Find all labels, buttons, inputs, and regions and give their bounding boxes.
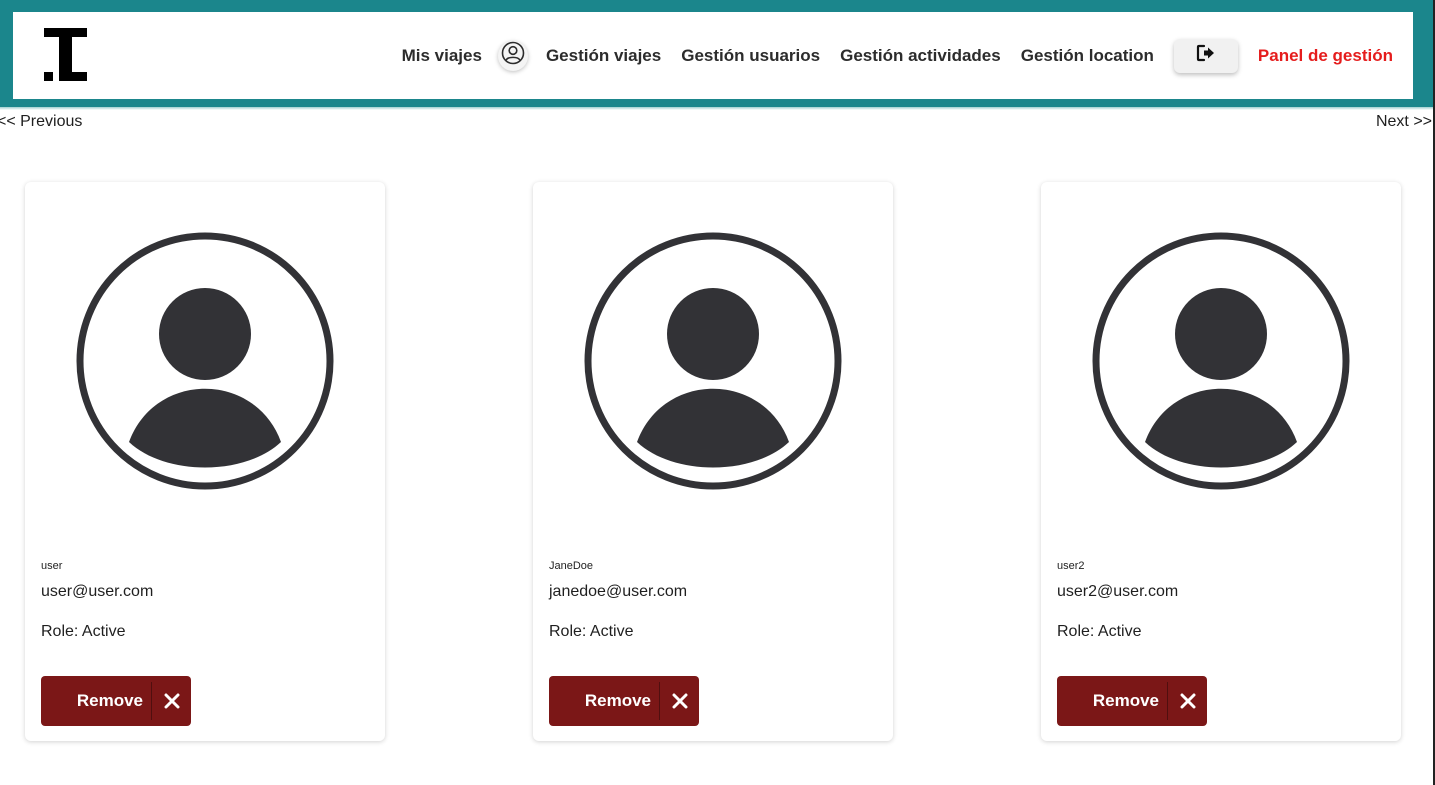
user-role: Role: Active [41,623,126,640]
avatar-icon [583,231,843,491]
navbar: Mis viajes Gestión viajes Gestión usuari… [13,12,1413,99]
close-icon [660,693,699,709]
close-icon [152,693,191,709]
user-card: JaneDoe janedoe@user.com Role: Active Re… [533,182,893,741]
user-email: user2@user.com [1057,583,1179,600]
nav-panel-gestion[interactable]: Panel de gestión [1258,46,1393,66]
remove-button[interactable]: Remove [549,676,699,726]
remove-label: Remove [76,691,143,710]
user-role: Role: Active [549,623,634,640]
page: Mis viajes Gestión viajes Gestión usuari… [0,0,1435,785]
logo-icon[interactable] [44,28,87,81]
user-card: user2 user2@user.com Role: Active Remove [1041,182,1401,741]
previous-page-link[interactable]: << Previous [0,113,82,131]
remove-label: Remove [584,691,651,710]
sign-out-icon [1196,44,1216,67]
user-name: user2 [1057,560,1085,572]
nav-mis-viajes[interactable]: Mis viajes [402,46,482,66]
header-shadow [0,107,1433,110]
user-circle-icon [501,41,525,70]
nav-gestion-location[interactable]: Gestión location [1021,46,1154,66]
user-email: user@user.com [41,583,154,600]
user-role: Role: Active [1057,623,1142,640]
avatar-icon [1091,231,1351,491]
remove-button[interactable]: Remove [41,676,191,726]
nav-gestion-usuarios[interactable]: Gestión usuarios [681,46,820,66]
close-icon [1168,693,1207,709]
next-page-link[interactable]: Next >> [1376,113,1432,131]
logout-button[interactable] [1173,38,1238,73]
nav-gestion-viajes[interactable]: Gestión viajes [546,46,661,66]
remove-button[interactable]: Remove [1057,676,1207,726]
user-email: janedoe@user.com [549,583,688,600]
user-card: user user@user.com Role: Active Remove [25,182,385,741]
nav-gestion-actividades[interactable]: Gestión actividades [840,46,1001,66]
remove-label: Remove [1092,691,1159,710]
avatar-icon [75,231,335,491]
user-name: JaneDoe [549,560,594,572]
profile-button[interactable] [497,40,528,71]
user-name: user [41,560,63,572]
nav-items: Mis viajes Gestión viajes Gestión usuari… [402,12,1393,99]
